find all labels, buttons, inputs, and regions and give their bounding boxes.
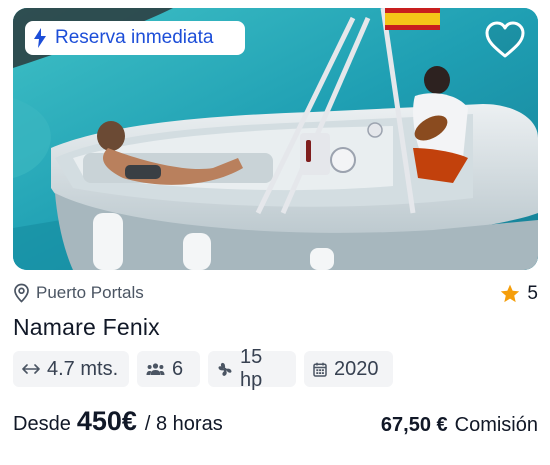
price-row: Desde 450€ / 8 horas 67,50 € Comisión: [13, 405, 538, 441]
people-icon: [146, 363, 165, 375]
boat-listing-card[interactable]: Reserva inmediata Puerto Portals 5 Namar…: [0, 0, 550, 465]
spec-power-label: 15 hp: [239, 346, 263, 391]
length-arrows-icon: [22, 364, 40, 374]
spec-year-label: 2020: [334, 357, 379, 380]
rating-value: 5: [527, 283, 538, 304]
rating: 5: [499, 283, 538, 305]
listing-meta-row: Puerto Portals 5: [13, 283, 538, 307]
spec-capacity: 6: [137, 351, 200, 387]
location: Puerto Portals: [13, 283, 144, 303]
propeller-icon: [218, 362, 232, 376]
price-prefix: Desde: [13, 413, 71, 435]
calendar-icon: [313, 362, 327, 377]
bolt-icon: [34, 28, 46, 48]
instant-booking-badge: Reserva inmediata: [25, 21, 245, 55]
commission: 67,50 € Comisión: [381, 414, 538, 437]
price-amount: 450€: [76, 406, 137, 436]
price-duration: / 8 horas: [144, 413, 223, 435]
spec-length-label: 4.7 mts.: [47, 357, 119, 380]
map-pin-icon: [14, 283, 29, 303]
price: Desde 450€ / 8 horas: [13, 406, 223, 437]
location-label: Puerto Portals: [36, 283, 144, 302]
star-icon: [501, 284, 520, 303]
commission-label: Comisión: [454, 414, 538, 436]
instant-booking-label: Reserva inmediata: [55, 27, 214, 48]
boat-title[interactable]: Namare Fenix: [13, 314, 160, 341]
favorite-button[interactable]: [484, 20, 526, 60]
heart-outline-icon: [485, 21, 525, 58]
spec-year: 2020: [304, 351, 393, 387]
spec-length: 4.7 mts.: [13, 351, 129, 387]
spec-capacity-label: 6: [172, 357, 184, 380]
commission-amount: 67,50 €: [380, 414, 448, 436]
spec-power: 15 hp: [208, 346, 296, 391]
